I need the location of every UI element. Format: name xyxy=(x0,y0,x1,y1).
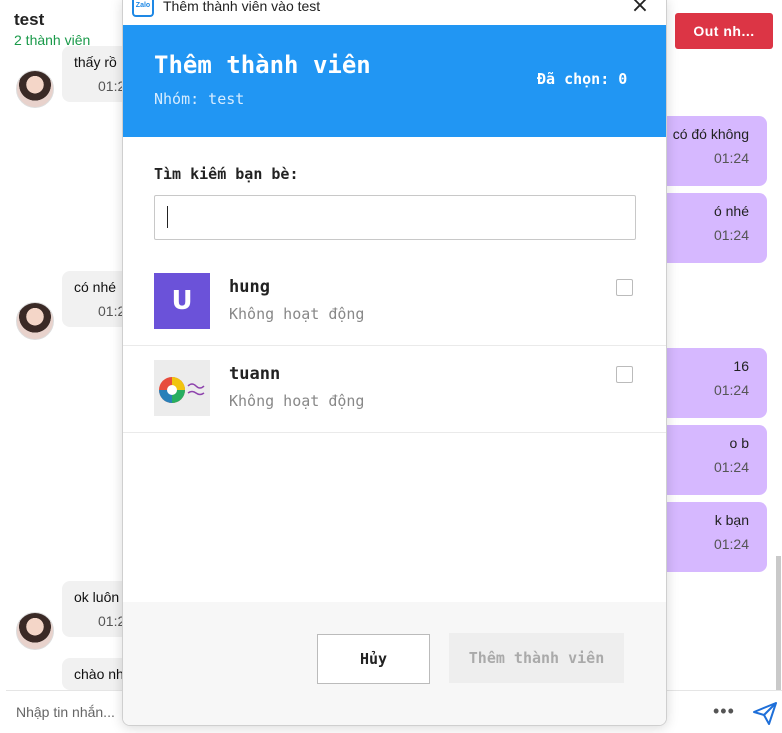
group-name: Nhóm: test xyxy=(154,90,245,108)
window-title: Thêm thành viên vào test xyxy=(163,0,321,14)
search-label: Tìm kiếm bạn bè: xyxy=(154,165,299,183)
chat-scrollbar[interactable] xyxy=(776,556,781,691)
friend-avatar-image xyxy=(154,360,210,416)
friend-name: hung xyxy=(229,277,270,297)
more-options-icon[interactable]: ••• xyxy=(713,701,735,722)
friend-avatar: U xyxy=(154,273,210,329)
friend-name: tuann xyxy=(229,364,281,384)
dialog-header: Thêm thành viên Nhóm: test Đã chọn: 0 xyxy=(123,25,666,137)
add-member-button[interactable]: Thêm thành viên xyxy=(449,633,624,683)
chat-title: test xyxy=(14,10,45,29)
message-text: ok luôn xyxy=(74,589,120,605)
out-group-button[interactable]: Out nh... xyxy=(675,13,773,49)
send-icon[interactable] xyxy=(751,699,779,727)
friend-checkbox[interactable] xyxy=(616,366,633,383)
dialog-footer: Hủy Thêm thành viên xyxy=(123,602,666,725)
add-member-dialog: Zalo Thêm thành viên vào test × Thêm thà… xyxy=(122,0,667,726)
friend-checkbox[interactable] xyxy=(616,279,633,296)
friend-avatar xyxy=(154,360,210,416)
friend-status: Không hoạt động xyxy=(229,392,365,410)
close-icon[interactable]: × xyxy=(629,0,651,17)
friend-status: Không hoạt động xyxy=(229,305,365,323)
app-logo-icon: Zalo xyxy=(132,0,154,17)
friend-row[interactable]: U hung Không hoạt động xyxy=(123,259,666,346)
avatar[interactable] xyxy=(16,612,54,650)
avatar[interactable] xyxy=(16,302,54,340)
cancel-button[interactable]: Hủy xyxy=(317,634,430,684)
friend-search-input[interactable] xyxy=(154,195,636,240)
dialog-title: Thêm thành viên xyxy=(154,51,371,79)
dialog-titlebar: Zalo Thêm thành viên vào test × xyxy=(123,0,666,25)
avatar[interactable] xyxy=(16,70,54,108)
message-text: chào nh xyxy=(74,666,124,682)
message-text: thấy rồ xyxy=(74,54,117,70)
selected-count: Đã chọn: 0 xyxy=(537,70,628,88)
message-text: có nhé xyxy=(74,279,117,295)
friend-row[interactable]: tuann Không hoạt động xyxy=(123,346,666,433)
text-caret xyxy=(167,206,168,228)
